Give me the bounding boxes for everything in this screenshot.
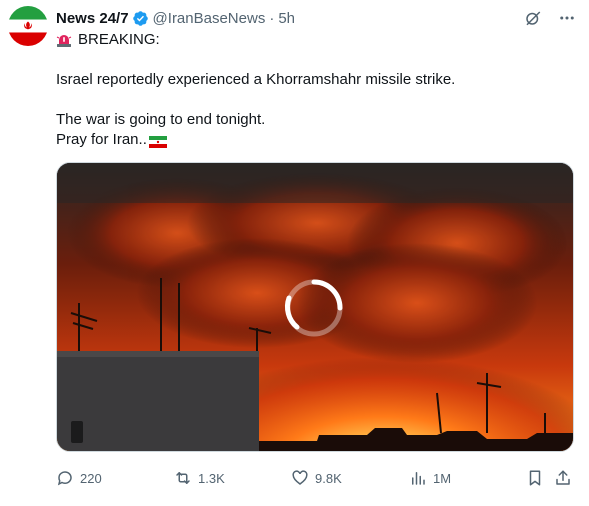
action-bar: 220 1.3K 9.8K 1M (56, 466, 576, 490)
top-actions (523, 8, 577, 28)
reply-count: 220 (80, 470, 102, 486)
tweet-header: News 24/7 @IranBaseNews · 5h (56, 8, 295, 28)
timestamp[interactable]: 5h (278, 10, 295, 27)
text-line-3: Pray for Iran.. (56, 131, 147, 148)
like-button[interactable]: 9.8K (291, 466, 342, 490)
repost-count: 1.3K (198, 470, 225, 486)
avatar[interactable] (8, 6, 48, 46)
handle[interactable]: @IranBaseNews (153, 10, 266, 27)
verified-badge-icon[interactable] (132, 10, 149, 27)
bookmark-icon (529, 470, 541, 486)
video-player[interactable] (56, 162, 574, 452)
grok-icon[interactable] (523, 8, 543, 28)
reply-icon (57, 471, 72, 486)
separator-dot: · (269, 9, 275, 27)
repost-button[interactable]: 1.3K (174, 466, 225, 490)
more-icon[interactable] (557, 8, 577, 28)
reply-button[interactable]: 220 (56, 466, 102, 490)
text-line-3-wrap: Pray for Iran.. (56, 130, 566, 150)
bookmark-button[interactable] (526, 466, 544, 490)
video-frame (57, 163, 573, 451)
share-button[interactable] (554, 466, 572, 490)
tweet-text: BREAKING: Israel reportedly experienced … (56, 30, 566, 150)
share-icon (556, 470, 570, 485)
iran-flag-emoji-icon (148, 134, 167, 148)
views-button[interactable]: 1M (409, 466, 451, 490)
text-line-2: The war is going to end tonight. (56, 111, 266, 128)
tweet-card[interactable]: News 24/7 @IranBaseNews · 5h BREAKING: I… (0, 0, 589, 506)
breaking-label: BREAKING: (78, 31, 160, 48)
like-icon (292, 470, 308, 485)
views-count: 1M (433, 470, 452, 486)
police-siren-emoji-icon (56, 32, 72, 48)
breaking-line: BREAKING: (56, 30, 566, 50)
iran-flag-avatar-icon (8, 6, 48, 46)
text-line-1: Israel reportedly experienced a Khorrams… (56, 71, 456, 88)
repost-icon (176, 472, 190, 484)
views-icon (412, 472, 425, 485)
like-count: 9.8K (315, 470, 342, 486)
display-name[interactable]: News 24/7 (56, 10, 129, 27)
